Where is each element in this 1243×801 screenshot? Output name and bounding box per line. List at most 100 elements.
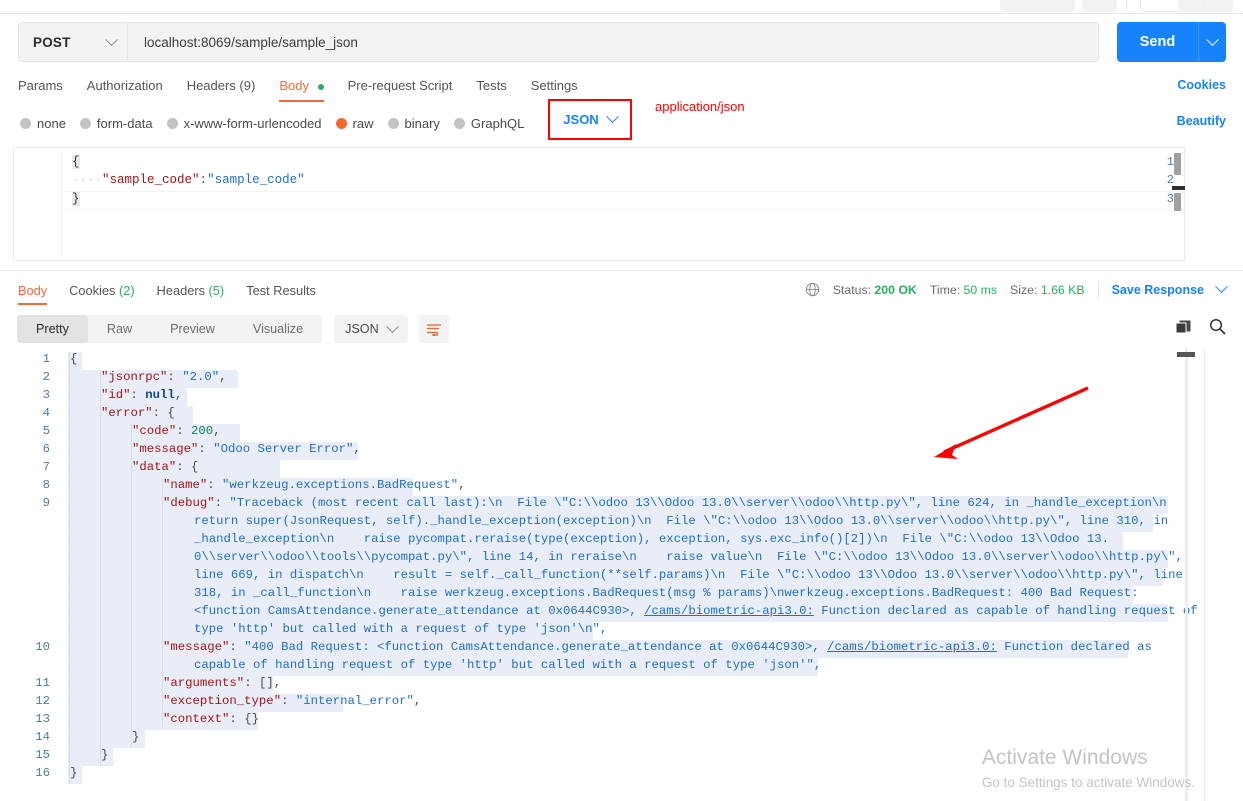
response-body-viewer[interactable]: 1 2 3 4 5 6 7 8 9 10 11 12 13 14 15 16 {… — [0, 348, 1243, 801]
annotation-application-json: application/json — [655, 99, 745, 114]
size-label: Size: — [1010, 282, 1038, 297]
view-mode-visualize[interactable]: Visualize — [234, 315, 322, 343]
beautify-link[interactable]: Beautify — [1177, 114, 1226, 128]
json-line-9: "debug": "Traceback (most recent call la… — [163, 496, 1167, 510]
line-number: 16 — [35, 766, 50, 780]
response-format-dropdown[interactable]: JSON — [334, 315, 408, 343]
scrollbar-thumb-upper[interactable] — [1174, 153, 1181, 175]
send-button-group: Send — [1117, 22, 1226, 62]
request-editor-scrollbar[interactable] — [1172, 151, 1185, 259]
size-group: Size: 1.66 KB — [1010, 283, 1085, 297]
radio-icon — [79, 117, 91, 129]
copy-icon[interactable] — [1175, 319, 1192, 335]
json-value-part: 0\\server\\odoo\\tools\\pycompat.py\", l… — [194, 550, 1183, 564]
toolbar-pill-4[interactable] — [1178, 0, 1233, 12]
line-number: 6 — [42, 442, 50, 456]
radio-label: binary — [404, 115, 440, 131]
toolbar-right-divider — [1203, 0, 1204, 14]
brace-close: } — [132, 730, 140, 744]
tab-authorization[interactable]: Authorization — [87, 78, 163, 96]
view-mode-pretty[interactable]: Pretty — [17, 315, 88, 343]
json-line-7: "data": { — [132, 460, 199, 474]
toolbar-pill-2[interactable] — [1082, 0, 1117, 12]
tab-label: Body — [18, 282, 48, 298]
json-line-8: "name": "werkzeug.exceptions.BadRequest"… — [163, 478, 466, 492]
url-input[interactable]: localhost:8069/sample/sample_json — [128, 22, 1099, 62]
wrap-lines-icon — [426, 324, 441, 336]
toolbar-pill-3[interactable] — [1140, 0, 1180, 12]
radio-form-data[interactable]: form-data — [79, 116, 153, 131]
cookies-link[interactable]: Cookies — [1177, 78, 1226, 92]
response-view-mode-group: Pretty Raw Preview Visualize — [17, 315, 323, 343]
endpoint-link[interactable]: /cams/biometric-api3.0: — [644, 604, 814, 618]
colon: : — [199, 173, 208, 187]
brace-close: } — [72, 192, 80, 206]
scrollbar-thumb-lower[interactable] — [1174, 193, 1181, 211]
response-status-bar: Status: 200 OK Time: 50 ms Size: 1.66 KB… — [805, 280, 1228, 298]
json-line-12: "exception_type": "internal_error", — [163, 694, 422, 708]
radio-x-www-form-urlencoded[interactable]: x-www-form-urlencoded — [166, 116, 322, 131]
radio-raw[interactable]: raw — [335, 116, 374, 131]
tab-label: Test Results — [246, 282, 316, 298]
response-tabs: Body Cookies (2) Headers (5) Test Result… — [18, 280, 316, 305]
tab-body[interactable]: Body — [279, 78, 324, 102]
tab-label: Pre-request Script — [347, 78, 453, 93]
response-view-controls: Pretty Raw Preview Visualize JSON — [17, 315, 449, 343]
save-response-button[interactable]: Save Response — [1112, 283, 1204, 297]
json-value-part: type 'http' but called with a request of… — [194, 622, 608, 636]
response-tab-body[interactable]: Body — [18, 282, 48, 305]
json-value: "werkzeug.exceptions.BadRequest" — [222, 478, 459, 492]
tab-settings[interactable]: Settings — [531, 78, 578, 96]
toolbar-pill-1[interactable] — [1000, 0, 1075, 12]
view-mode-preview[interactable]: Preview — [151, 315, 234, 343]
radio-graphql[interactable]: GraphQL — [453, 116, 524, 131]
json-line-9-wrap: _handle_exception\n raise pycompat.rerai… — [194, 530, 1109, 548]
tab-label: Body — [279, 78, 309, 93]
response-tab-headers[interactable]: Headers (5) — [157, 283, 225, 302]
tab-label: Tests — [476, 78, 507, 93]
tab-params[interactable]: Params — [18, 78, 63, 96]
http-method-dropdown[interactable]: POST — [18, 22, 128, 62]
json-line-9-wrap: 0\\server\\odoo\\tools\\pycompat.py\", l… — [194, 548, 1183, 566]
view-mode-raw[interactable]: Raw — [88, 315, 151, 343]
response-scrollbar[interactable] — [1177, 348, 1195, 801]
line-number: 2 — [1166, 173, 1174, 187]
request-body-editor[interactable]: 1 2 3 { ····"sample_code":"sample_code" … — [13, 147, 1185, 261]
json-value-part: Function declared as capable of handling… — [813, 604, 1198, 618]
line-number: 1 — [42, 352, 50, 366]
active-tab-underline — [279, 100, 324, 102]
request-body-format-dropdown[interactable]: JSON — [548, 99, 632, 140]
json-line-3: "id": null, — [101, 388, 183, 402]
wrap-lines-button[interactable] — [418, 315, 449, 343]
send-button[interactable]: Send — [1117, 22, 1198, 62]
body-type-radio-group: none form-data x-www-form-urlencoded raw… — [20, 110, 524, 136]
response-tab-cookies[interactable]: Cookies (2) — [69, 283, 134, 302]
brace-close: } — [70, 766, 78, 780]
tab-headers[interactable]: Headers (9) — [187, 78, 256, 96]
json-value-part: "Traceback (most recent call last):\n Fi… — [229, 496, 1167, 510]
endpoint-link[interactable]: /cams/biometric-api3.0: — [827, 640, 997, 654]
json-line-1: { — [70, 350, 77, 368]
send-options-button[interactable] — [1198, 22, 1226, 62]
chevron-down-icon[interactable] — [1215, 280, 1228, 294]
status-label: Status: — [832, 282, 872, 297]
radio-none[interactable]: none — [20, 116, 66, 131]
globe-icon — [805, 282, 819, 297]
time-label: Time: — [929, 282, 961, 297]
json-value: "internal_error" — [295, 694, 414, 708]
line-number: 7 — [42, 460, 50, 474]
tab-pre-request-script[interactable]: Pre-request Script — [348, 78, 453, 96]
tab-tests[interactable]: Tests — [476, 78, 506, 96]
search-icon[interactable] — [1209, 318, 1226, 335]
radio-binary[interactable]: binary — [387, 115, 440, 131]
radio-icon — [20, 117, 31, 129]
tab-label: Headers — [156, 282, 209, 298]
json-key: "data" — [132, 460, 177, 474]
scrollbar-thumb[interactable] — [1177, 352, 1195, 357]
response-tab-test-results[interactable]: Test Results — [246, 283, 316, 302]
json-value: null — [145, 388, 175, 402]
json-line-5: "code": 200, — [132, 424, 221, 438]
json-key: "name" — [163, 478, 208, 492]
line-number: 3 — [1166, 192, 1174, 206]
line-number: 1 — [1166, 155, 1174, 169]
